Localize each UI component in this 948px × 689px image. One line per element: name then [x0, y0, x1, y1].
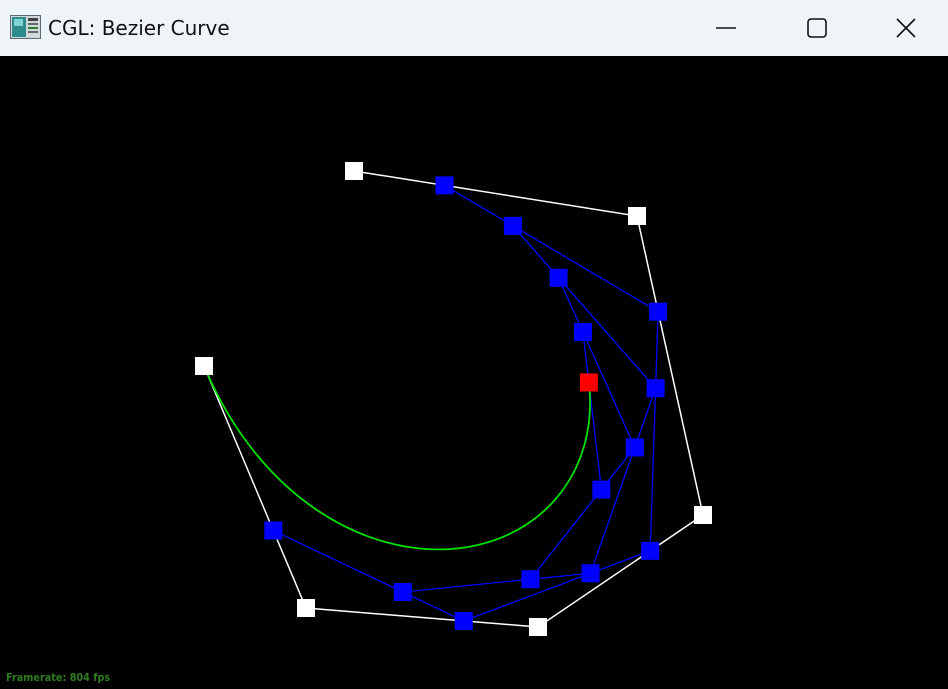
intermediate-point — [393, 583, 412, 602]
intermediate-point — [646, 379, 665, 398]
control-point-2[interactable] — [297, 599, 315, 617]
intermediate-point — [641, 541, 660, 560]
minimize-button[interactable] — [680, 0, 772, 56]
control-point-1[interactable] — [195, 357, 213, 375]
maximize-icon — [806, 17, 828, 39]
control-point-4[interactable] — [694, 506, 712, 524]
control-point-5[interactable] — [628, 207, 646, 225]
bezier-curve — [203, 365, 591, 551]
control-point-3[interactable] — [529, 618, 547, 636]
intermediate-point — [264, 521, 283, 540]
intermediate-point — [649, 302, 668, 321]
title-bar[interactable]: CGL: Bezier Curve — [0, 0, 948, 56]
control-point-6[interactable] — [345, 162, 363, 180]
current-curve-point — [579, 373, 598, 392]
intermediate-point — [573, 323, 592, 342]
framerate-label: Framerate: 804 fps — [6, 671, 111, 684]
render-canvas[interactable] — [0, 56, 948, 689]
intermediate-line-level-4 — [582, 331, 603, 490]
intermediate-point — [625, 438, 644, 457]
bezier-scene[interactable] — [0, 56, 948, 689]
intermediate-point — [454, 611, 473, 630]
intermediate-point — [435, 176, 454, 195]
intermediate-point — [521, 570, 540, 589]
app-window: CGL: Bezier Curve Framerate: 804 fps — [0, 0, 948, 689]
intermediate-point — [592, 480, 611, 499]
close-button[interactable] — [864, 0, 948, 56]
minimize-icon — [715, 17, 737, 39]
intermediate-point — [549, 268, 568, 287]
window-title: CGL: Bezier Curve — [48, 16, 230, 40]
app-window-icon — [10, 15, 41, 39]
intermediate-point — [503, 216, 522, 235]
maximize-button[interactable] — [771, 0, 863, 56]
intermediate-line-level-3 — [529, 277, 636, 580]
close-icon — [895, 17, 917, 39]
intermediate-point — [581, 564, 600, 583]
intermediate-line-level-1 — [273, 184, 659, 622]
